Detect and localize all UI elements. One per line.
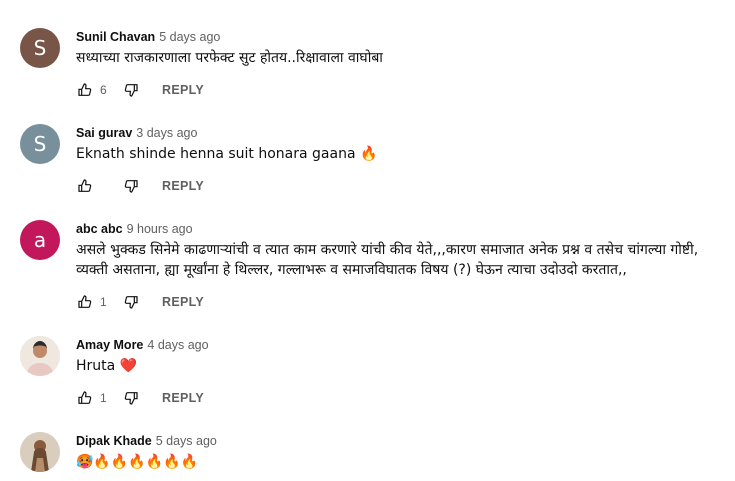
comment-header: Sunil Chavan 5 days ago bbox=[76, 29, 220, 45]
comment-time[interactable]: 5 days ago bbox=[159, 30, 220, 44]
reply-button[interactable]: REPLY bbox=[162, 391, 204, 405]
thumbs-up-icon bbox=[78, 179, 92, 192]
profile-photo-icon bbox=[20, 336, 60, 376]
like-count: 1 bbox=[100, 391, 107, 405]
reply-button[interactable]: REPLY bbox=[162, 295, 204, 309]
author-name[interactable]: abc abc bbox=[76, 222, 123, 236]
comment-header: Amay More 4 days ago bbox=[76, 337, 209, 353]
like-button[interactable] bbox=[76, 389, 94, 407]
thumbs-up-icon bbox=[78, 295, 92, 308]
reply-button[interactable]: REPLY bbox=[162, 179, 204, 193]
comment-text: Hruta ❤️ bbox=[76, 358, 138, 374]
avatar[interactable]: S bbox=[20, 28, 60, 68]
comment-time[interactable]: 4 days ago bbox=[147, 338, 208, 352]
comment-time[interactable]: 9 hours ago bbox=[127, 222, 193, 236]
profile-photo-icon bbox=[20, 432, 60, 472]
avatar[interactable] bbox=[20, 336, 60, 376]
thumbs-down-icon bbox=[124, 180, 138, 193]
like-count: 1 bbox=[100, 295, 107, 309]
avatar-letter: a bbox=[33, 228, 47, 252]
comment-time[interactable]: 3 days ago bbox=[136, 126, 197, 140]
like-button[interactable] bbox=[76, 177, 94, 195]
comment-text: सध्याच्या राजकारणाला परफेक्ट सुट होतय..र… bbox=[76, 50, 383, 66]
comment-header: Sai gurav 3 days ago bbox=[76, 125, 197, 141]
comment-actions: 1 REPLY bbox=[76, 292, 204, 312]
avatar-letter: S bbox=[33, 36, 47, 60]
dislike-button[interactable] bbox=[122, 177, 140, 195]
author-name[interactable]: Amay More bbox=[76, 338, 143, 352]
thumbs-up-icon bbox=[78, 391, 92, 404]
thumbs-down-icon bbox=[124, 296, 138, 309]
avatar[interactable] bbox=[20, 432, 60, 472]
comment-text: Eknath shinde henna suit honara gaana 🔥 bbox=[76, 146, 378, 162]
like-button[interactable] bbox=[76, 293, 94, 311]
like-button[interactable] bbox=[76, 81, 94, 99]
comment-text: 🥵🔥🔥🔥🔥🔥🔥 bbox=[76, 454, 199, 470]
author-name[interactable]: Sunil Chavan bbox=[76, 30, 155, 44]
comment-header: Dipak Khade 5 days ago bbox=[76, 433, 217, 449]
thumbs-down-icon bbox=[124, 392, 138, 405]
avatar-letter: S bbox=[33, 132, 47, 156]
comment-actions: 6 REPLY bbox=[76, 80, 204, 100]
avatar[interactable]: a bbox=[20, 220, 60, 260]
comment-header: abc abc 9 hours ago bbox=[76, 221, 193, 237]
dislike-button[interactable] bbox=[122, 293, 140, 311]
like-count: 6 bbox=[100, 83, 107, 97]
author-name[interactable]: Sai gurav bbox=[76, 126, 132, 140]
thumbs-up-icon bbox=[78, 83, 92, 96]
thumbs-down-icon bbox=[124, 84, 138, 97]
reply-button[interactable]: REPLY bbox=[162, 83, 204, 97]
comment-text: असले भुक्कड सिनेमे काढणाऱ्यांची व त्यात … bbox=[76, 242, 699, 278]
dislike-button[interactable] bbox=[122, 81, 140, 99]
comment-time[interactable]: 5 days ago bbox=[156, 434, 217, 448]
comment-actions: REPLY bbox=[76, 176, 204, 196]
avatar[interactable]: S bbox=[20, 124, 60, 164]
dislike-button[interactable] bbox=[122, 389, 140, 407]
comment-actions: 1 REPLY bbox=[76, 388, 204, 408]
author-name[interactable]: Dipak Khade bbox=[76, 434, 152, 448]
